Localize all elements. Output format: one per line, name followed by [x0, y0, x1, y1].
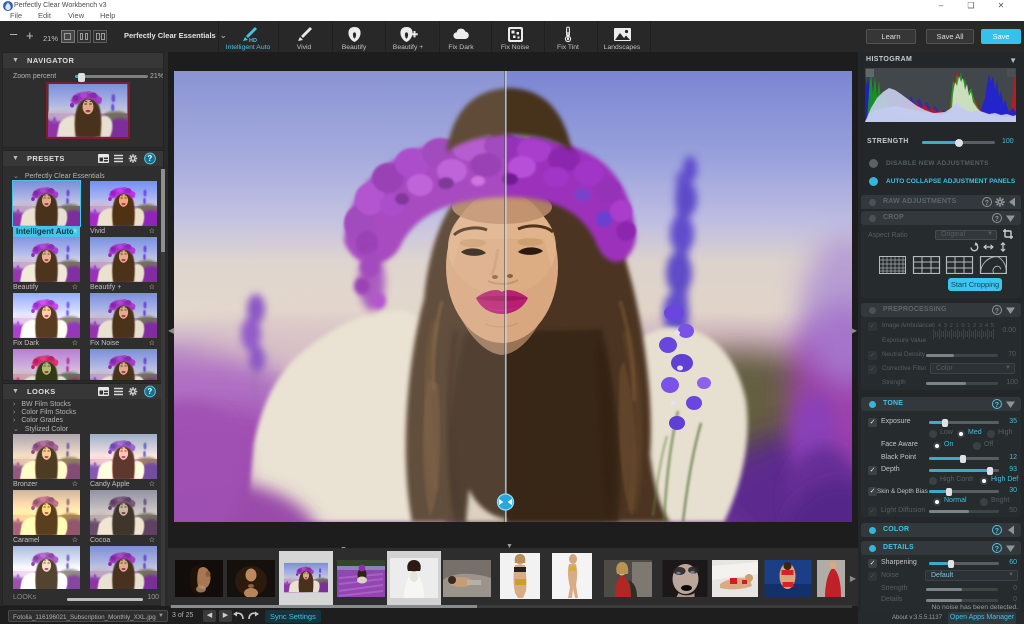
svg-text:?: ?: [995, 546, 1000, 553]
svg-text:HD: HD: [249, 38, 257, 43]
svg-text:?: ?: [995, 528, 1000, 535]
svg-text:?: ?: [995, 216, 1000, 223]
svg-text:?: ?: [995, 402, 1000, 409]
svg-text:?: ?: [147, 154, 152, 163]
svg-text:?: ?: [995, 308, 1000, 315]
svg-text:?: ?: [985, 200, 990, 207]
svg-text:?: ?: [147, 387, 152, 396]
svg-text:5 4 3 2 1 0 1 2 3 4 5: 5 4 3 2 1 0 1 2 3 4 5: [932, 323, 994, 329]
